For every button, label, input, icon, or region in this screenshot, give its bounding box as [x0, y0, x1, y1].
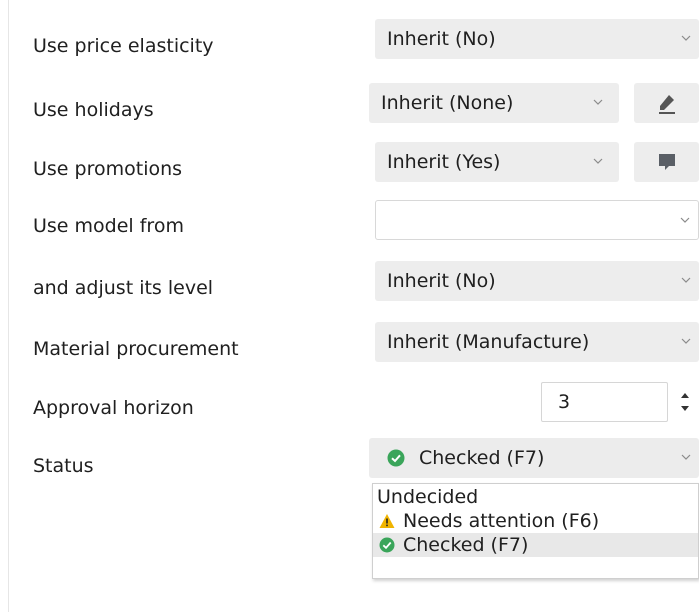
- price-elasticity-select[interactable]: Inherit (No): [375, 19, 699, 59]
- chevron-down-icon: [680, 217, 690, 223]
- status-option-needs-attention[interactable]: Needs attention (F6): [373, 509, 698, 533]
- status-dropdown: Undecided Needs attention (F6) Checked (…: [372, 483, 699, 579]
- status-select[interactable]: Checked (F7): [369, 438, 699, 478]
- holidays-select[interactable]: Inherit (None): [369, 83, 619, 123]
- status-option-undecided[interactable]: Undecided: [373, 485, 698, 509]
- label-adjust-level: and adjust its level: [33, 277, 214, 299]
- holidays-edit-button[interactable]: [634, 83, 699, 123]
- chevron-down-icon: [681, 454, 691, 460]
- promotions-comment-button[interactable]: [634, 142, 699, 182]
- promotions-value: Inherit (Yes): [387, 151, 501, 173]
- label-use-promotions: Use promotions: [33, 158, 183, 180]
- spinner-arrows-icon[interactable]: [678, 386, 692, 418]
- edit-pencil-icon: [658, 95, 675, 114]
- chevron-down-icon: [681, 338, 691, 344]
- chevron-down-icon: [593, 158, 603, 164]
- label-approval-horizon: Approval horizon: [33, 397, 194, 419]
- status-value: Checked (F7): [419, 447, 545, 469]
- status-option-label: Needs attention (F6): [403, 510, 600, 532]
- check-circle-icon: [387, 449, 405, 467]
- warning-icon: [379, 514, 395, 528]
- label-use-model-from: Use model from: [33, 215, 184, 237]
- label-material-procurement: Material procurement: [33, 338, 239, 360]
- model-from-select[interactable]: [375, 200, 699, 240]
- status-option-label: Checked (F7): [403, 534, 529, 556]
- chevron-down-icon: [681, 35, 691, 41]
- chevron-down-icon: [681, 277, 691, 283]
- approval-horizon-value: 3: [558, 391, 571, 413]
- label-use-holidays: Use holidays: [33, 99, 154, 121]
- label-status: Status: [33, 455, 94, 477]
- label-use-price-elasticity: Use price elasticity: [33, 35, 214, 57]
- holidays-value: Inherit (None): [381, 92, 514, 114]
- adjust-level-value: Inherit (No): [387, 270, 496, 292]
- chevron-down-icon: [593, 99, 603, 105]
- adjust-level-select[interactable]: Inherit (No): [375, 261, 699, 301]
- panel-left-border: [8, 0, 9, 612]
- material-procurement-value: Inherit (Manufacture): [387, 331, 590, 353]
- status-option-checked[interactable]: Checked (F7): [373, 533, 698, 557]
- status-option-label: Undecided: [377, 486, 479, 508]
- price-elasticity-value: Inherit (No): [387, 28, 496, 50]
- promotions-select[interactable]: Inherit (Yes): [375, 142, 619, 182]
- material-procurement-select[interactable]: Inherit (Manufacture): [375, 322, 699, 362]
- check-circle-icon: [379, 537, 395, 553]
- approval-horizon-input[interactable]: 3: [541, 382, 668, 422]
- comment-icon: [658, 154, 675, 170]
